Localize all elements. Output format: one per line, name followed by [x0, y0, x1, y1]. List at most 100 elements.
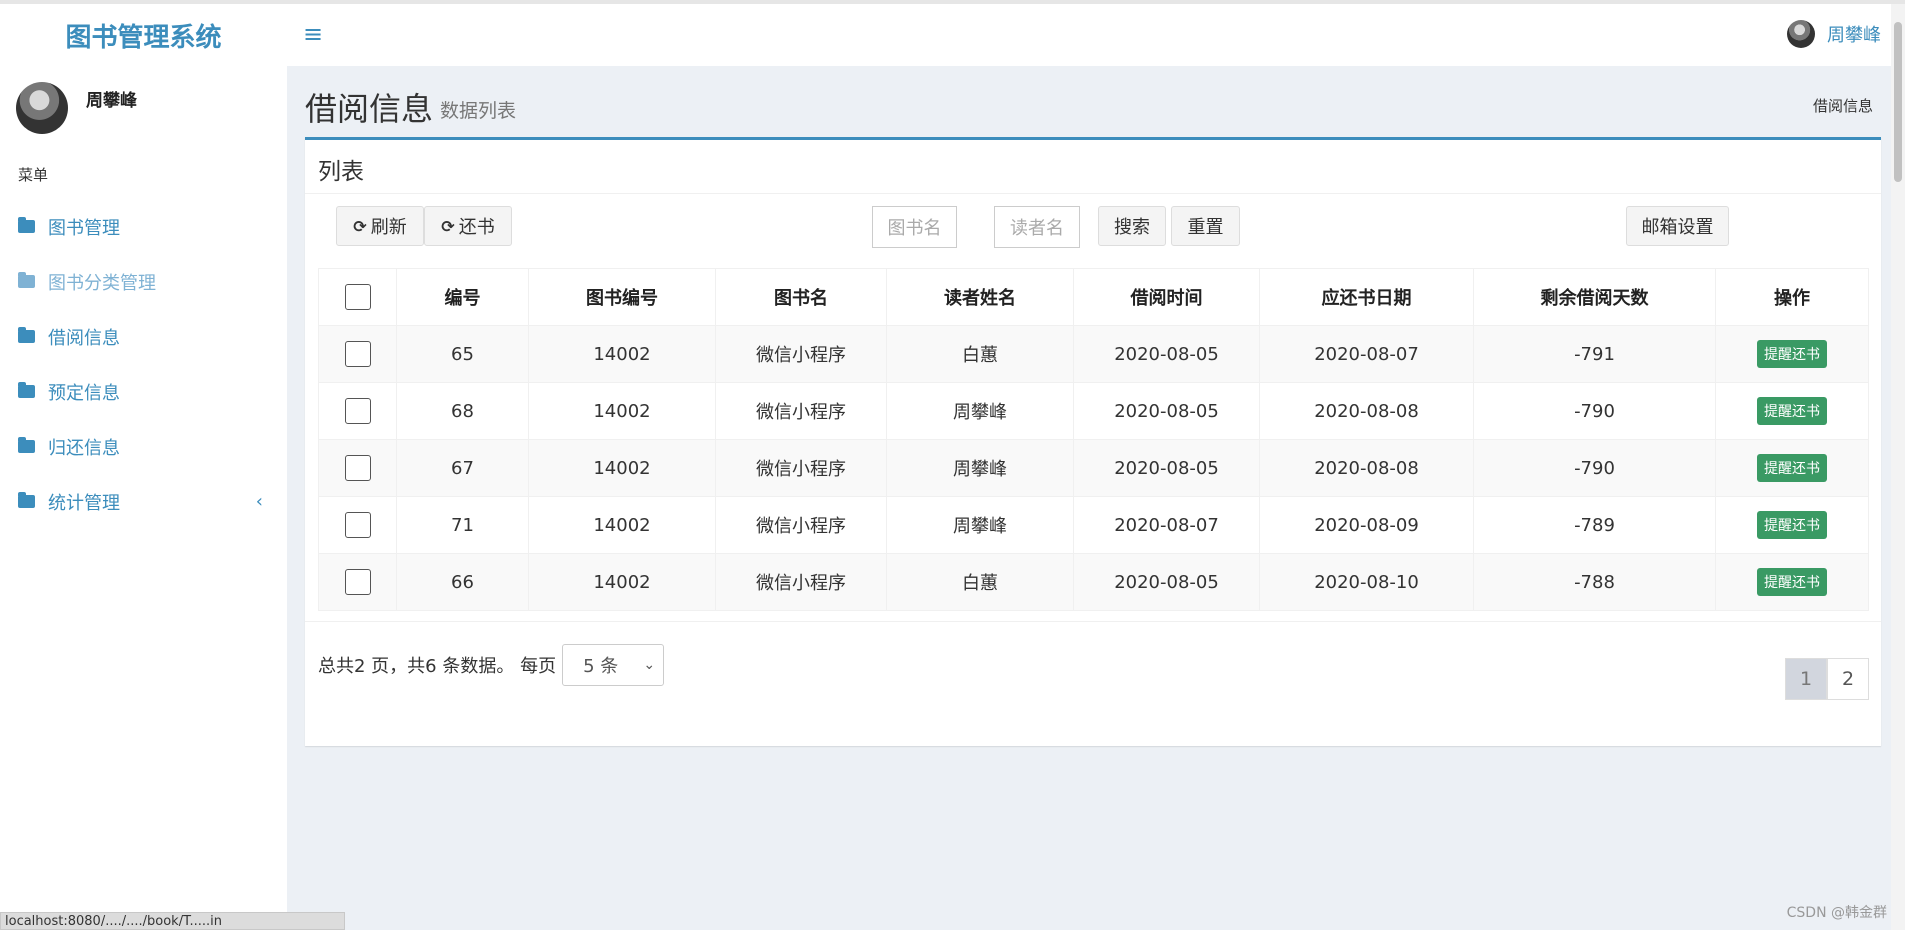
cell-id: 71	[396, 496, 529, 554]
remind-return-button[interactable]: 提醒还书	[1757, 568, 1827, 596]
cell-book-name: 微信小程序	[715, 382, 887, 440]
folder-icon	[18, 272, 35, 288]
chevron-down-icon: ⌄	[643, 657, 656, 673]
top-header: ≡ 周攀峰	[287, 4, 1905, 66]
box-title: 列表	[318, 159, 364, 185]
column-header[interactable]: 剩余借阅天数	[1473, 268, 1716, 326]
cell-days-left: -788	[1473, 553, 1716, 611]
select-all-checkbox[interactable]	[344, 284, 371, 310]
remind-return-button[interactable]: 提醒还书	[1757, 511, 1827, 539]
reader-name-search-input[interactable]: 读者名	[994, 206, 1080, 248]
page-button-1[interactable]: 1	[1785, 658, 1827, 700]
cell-days-left: -789	[1473, 496, 1716, 554]
refresh-button-label: 刷新	[370, 217, 407, 238]
sidebar-item-label: 归还信息	[48, 437, 120, 459]
book-name-search-input[interactable]: 图书名	[872, 206, 957, 248]
cell-id: 65	[396, 325, 529, 383]
refresh-button[interactable]: ⟳ 刷新	[336, 206, 424, 246]
sidebar: 图书管理系统 周攀峰 菜单 图书管理 图书分类管理 借阅信息 预定信息 归还信息…	[0, 4, 345, 930]
table-row[interactable]: 66 14002 微信小程序 白蕙 2020-08-05 2020-08-10 …	[318, 553, 1869, 611]
cell-book-no: 14002	[528, 439, 716, 497]
sidebar-item-label: 预定信息	[48, 382, 120, 404]
cell-due-date: 2020-08-09	[1259, 496, 1474, 554]
sidebar-menu: 图书管理 图书分类管理 借阅信息 预定信息 归还信息 统计管理 ‹	[0, 199, 287, 529]
scrollbar[interactable]	[1891, 4, 1905, 930]
sidebar-item-book-category[interactable]: 图书分类管理	[0, 254, 287, 309]
mail-settings-button[interactable]: 邮箱设置	[1626, 206, 1729, 246]
table-header-row: 编号 图书编号 图书名 读者姓名 借阅时间 应还书日期 剩余借阅天数 操作	[318, 268, 1869, 326]
header-user-menu[interactable]: 周攀峰	[1787, 20, 1881, 48]
menu-header: 菜单	[18, 166, 49, 184]
search-button[interactable]: 搜索	[1098, 206, 1166, 246]
box-divider	[305, 193, 1881, 194]
cell-book-name: 微信小程序	[715, 496, 887, 554]
folder-icon	[18, 327, 35, 343]
cell-due-date: 2020-08-10	[1259, 553, 1474, 611]
pagination-info-text: 总共2 页，共6 条数据。 每页	[318, 656, 557, 677]
folder-icon	[18, 217, 35, 233]
column-header[interactable]: 编号	[396, 268, 529, 326]
row-checkbox[interactable]	[344, 455, 371, 481]
sidebar-item-label: 图书分类管理	[48, 272, 156, 294]
sidebar-item-return-info[interactable]: 归还信息	[0, 419, 287, 474]
user-panel-name: 周攀峰	[86, 91, 137, 111]
cell-due-date: 2020-08-08	[1259, 382, 1474, 440]
cell-reader: 周攀峰	[886, 439, 1074, 497]
return-book-button-label: 还书	[458, 217, 495, 238]
table-divider	[305, 621, 1881, 622]
return-book-button[interactable]: ⟳ 还书	[424, 206, 512, 246]
cell-borrow-date: 2020-08-05	[1073, 325, 1260, 383]
remind-return-button[interactable]: 提醒还书	[1757, 340, 1827, 368]
cell-book-no: 14002	[528, 382, 716, 440]
refresh-icon: ⟳	[441, 216, 455, 236]
page-subtitle: 数据列表	[440, 100, 517, 122]
cell-book-no: 14002	[528, 325, 716, 383]
hamburger-icon[interactable]: ≡	[303, 20, 323, 48]
user-panel: 周攀峰	[16, 82, 137, 134]
cell-borrow-date: 2020-08-07	[1073, 496, 1260, 554]
app-logo-title[interactable]: 图书管理系统	[0, 4, 287, 66]
page-button-2[interactable]: 2	[1827, 658, 1869, 700]
pagination: 1 2	[1785, 658, 1869, 700]
column-header[interactable]: 图书编号	[528, 268, 716, 326]
page-title: 借阅信息	[305, 90, 434, 128]
row-checkbox[interactable]	[344, 398, 371, 424]
remind-return-button[interactable]: 提醒还书	[1757, 397, 1827, 425]
sidebar-item-statistics[interactable]: 统计管理 ‹	[0, 474, 287, 529]
page-size-select[interactable]: 5 条 ⌄	[562, 644, 665, 686]
row-checkbox[interactable]	[344, 512, 371, 538]
column-header[interactable]: 应还书日期	[1259, 268, 1474, 326]
select-all-cell	[318, 268, 397, 326]
row-checkbox[interactable]	[344, 341, 371, 367]
scrollbar-thumb[interactable]	[1894, 22, 1902, 182]
column-header[interactable]: 读者姓名	[886, 268, 1074, 326]
breadcrumb[interactable]: 借阅信息	[1813, 95, 1873, 116]
sidebar-item-book-management[interactable]: 图书管理	[0, 199, 287, 254]
row-checkbox[interactable]	[344, 569, 371, 595]
column-header[interactable]: 图书名	[715, 268, 887, 326]
sidebar-item-reservation-info[interactable]: 预定信息	[0, 364, 287, 419]
cell-book-name: 微信小程序	[715, 439, 887, 497]
sidebar-item-label: 统计管理	[48, 492, 120, 514]
chevron-left-icon: ‹	[255, 491, 263, 512]
cell-reader: 白蕙	[886, 553, 1074, 611]
folder-icon	[18, 437, 35, 453]
cell-id: 68	[396, 382, 529, 440]
table-row[interactable]: 67 14002 微信小程序 周攀峰 2020-08-05 2020-08-08…	[318, 439, 1869, 497]
remind-return-button[interactable]: 提醒还书	[1757, 454, 1827, 482]
table-row[interactable]: 65 14002 微信小程序 白蕙 2020-08-05 2020-08-07 …	[318, 325, 1869, 383]
sidebar-item-borrow-info[interactable]: 借阅信息	[0, 309, 287, 364]
user-avatar	[16, 82, 68, 134]
cell-days-left: -790	[1473, 382, 1716, 440]
cell-id: 67	[396, 439, 529, 497]
column-header[interactable]: 借阅时间	[1073, 268, 1260, 326]
table-row[interactable]: 71 14002 微信小程序 周攀峰 2020-08-07 2020-08-09…	[318, 496, 1869, 554]
table-row[interactable]: 68 14002 微信小程序 周攀峰 2020-08-05 2020-08-08…	[318, 382, 1869, 440]
sidebar-item-label: 图书管理	[48, 217, 120, 239]
reset-button[interactable]: 重置	[1171, 206, 1240, 246]
watermark: CSDN @韩金群	[1786, 905, 1887, 921]
cell-book-no: 14002	[528, 553, 716, 611]
sidebar-item-label: 借阅信息	[48, 327, 120, 349]
cell-reader: 周攀峰	[886, 496, 1074, 554]
cell-id: 66	[396, 553, 529, 611]
